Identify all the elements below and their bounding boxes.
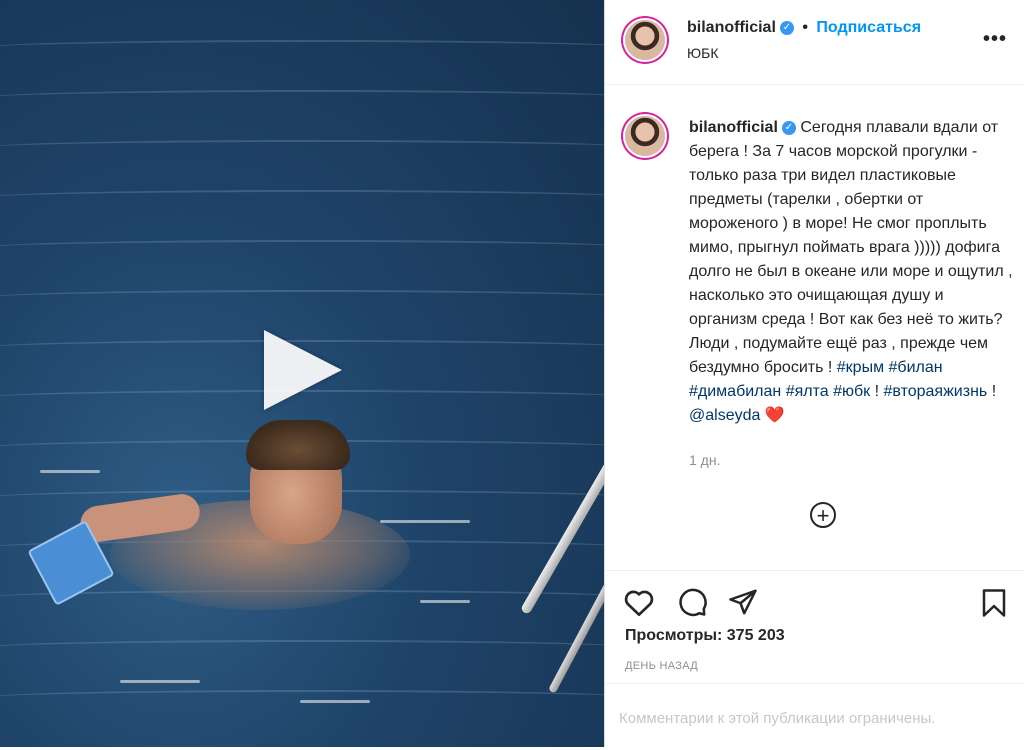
caption-username[interactable]: bilanofficial bbox=[689, 119, 778, 136]
separator-dot: • bbox=[802, 19, 808, 36]
play-icon[interactable] bbox=[264, 330, 342, 410]
post-location[interactable]: ЮБК bbox=[687, 45, 719, 61]
post-sidebar: bilanofficial ✓ • Подписаться ЮБК ••• bil… bbox=[604, 0, 1024, 747]
swimmer-hair bbox=[246, 420, 350, 470]
views-count[interactable]: Просмотры: 375 203 bbox=[625, 627, 785, 645]
share-icon[interactable] bbox=[727, 587, 759, 617]
mention-link[interactable]: @alseyda bbox=[689, 407, 760, 424]
avatar[interactable] bbox=[625, 20, 665, 60]
hashtag[interactable]: #билан bbox=[889, 359, 943, 376]
hashtag[interactable]: #крым bbox=[837, 359, 884, 376]
hashtag[interactable]: #ялта bbox=[786, 383, 829, 400]
post-video[interactable] bbox=[0, 0, 604, 747]
comment-icon[interactable] bbox=[677, 587, 709, 617]
comments-disabled-text: Комментарии к этой публикации ограничены… bbox=[619, 710, 936, 727]
heart-emoji: ❤️ bbox=[764, 407, 785, 424]
header-username[interactable]: bilanofficial bbox=[687, 19, 776, 36]
hashtag[interactable]: #юбк bbox=[833, 383, 870, 400]
caption-avatar[interactable] bbox=[625, 116, 665, 156]
post-date[interactable]: День назад bbox=[625, 660, 698, 672]
boat-rail bbox=[520, 436, 604, 615]
more-horizontal-icon[interactable]: ••• bbox=[983, 28, 1007, 51]
load-more-comments-icon[interactable]: + bbox=[810, 502, 836, 528]
post-header: bilanofficial ✓ • Подписаться ЮБК ••• bbox=[605, 0, 1024, 85]
comments-area: Комментарии к этой публикации ограничены… bbox=[605, 683, 1024, 750]
caption-text: Сегодня плавали вдали от берега ! За 7 ч… bbox=[689, 119, 1013, 376]
caption-bang: ! bbox=[991, 383, 997, 400]
save-icon[interactable] bbox=[979, 587, 1009, 619]
post-caption: bilanofficial ✓ Сегодня плавали вдали от … bbox=[689, 116, 1015, 428]
follow-button[interactable]: Подписаться bbox=[816, 19, 921, 36]
verified-badge-icon: ✓ bbox=[781, 120, 796, 135]
like-icon[interactable] bbox=[623, 587, 655, 617]
verified-badge-icon: ✓ bbox=[779, 20, 794, 35]
caption-bang: ! bbox=[874, 383, 880, 400]
caption-time[interactable]: 1 дн. bbox=[689, 452, 720, 468]
hashtag[interactable]: #втораяжизнь bbox=[884, 383, 988, 400]
hashtag[interactable]: #димабилан bbox=[689, 383, 781, 400]
boat-rail-lower bbox=[548, 548, 604, 694]
action-bar: Просмотры: 375 203 День назад Комментари… bbox=[605, 570, 1024, 749]
